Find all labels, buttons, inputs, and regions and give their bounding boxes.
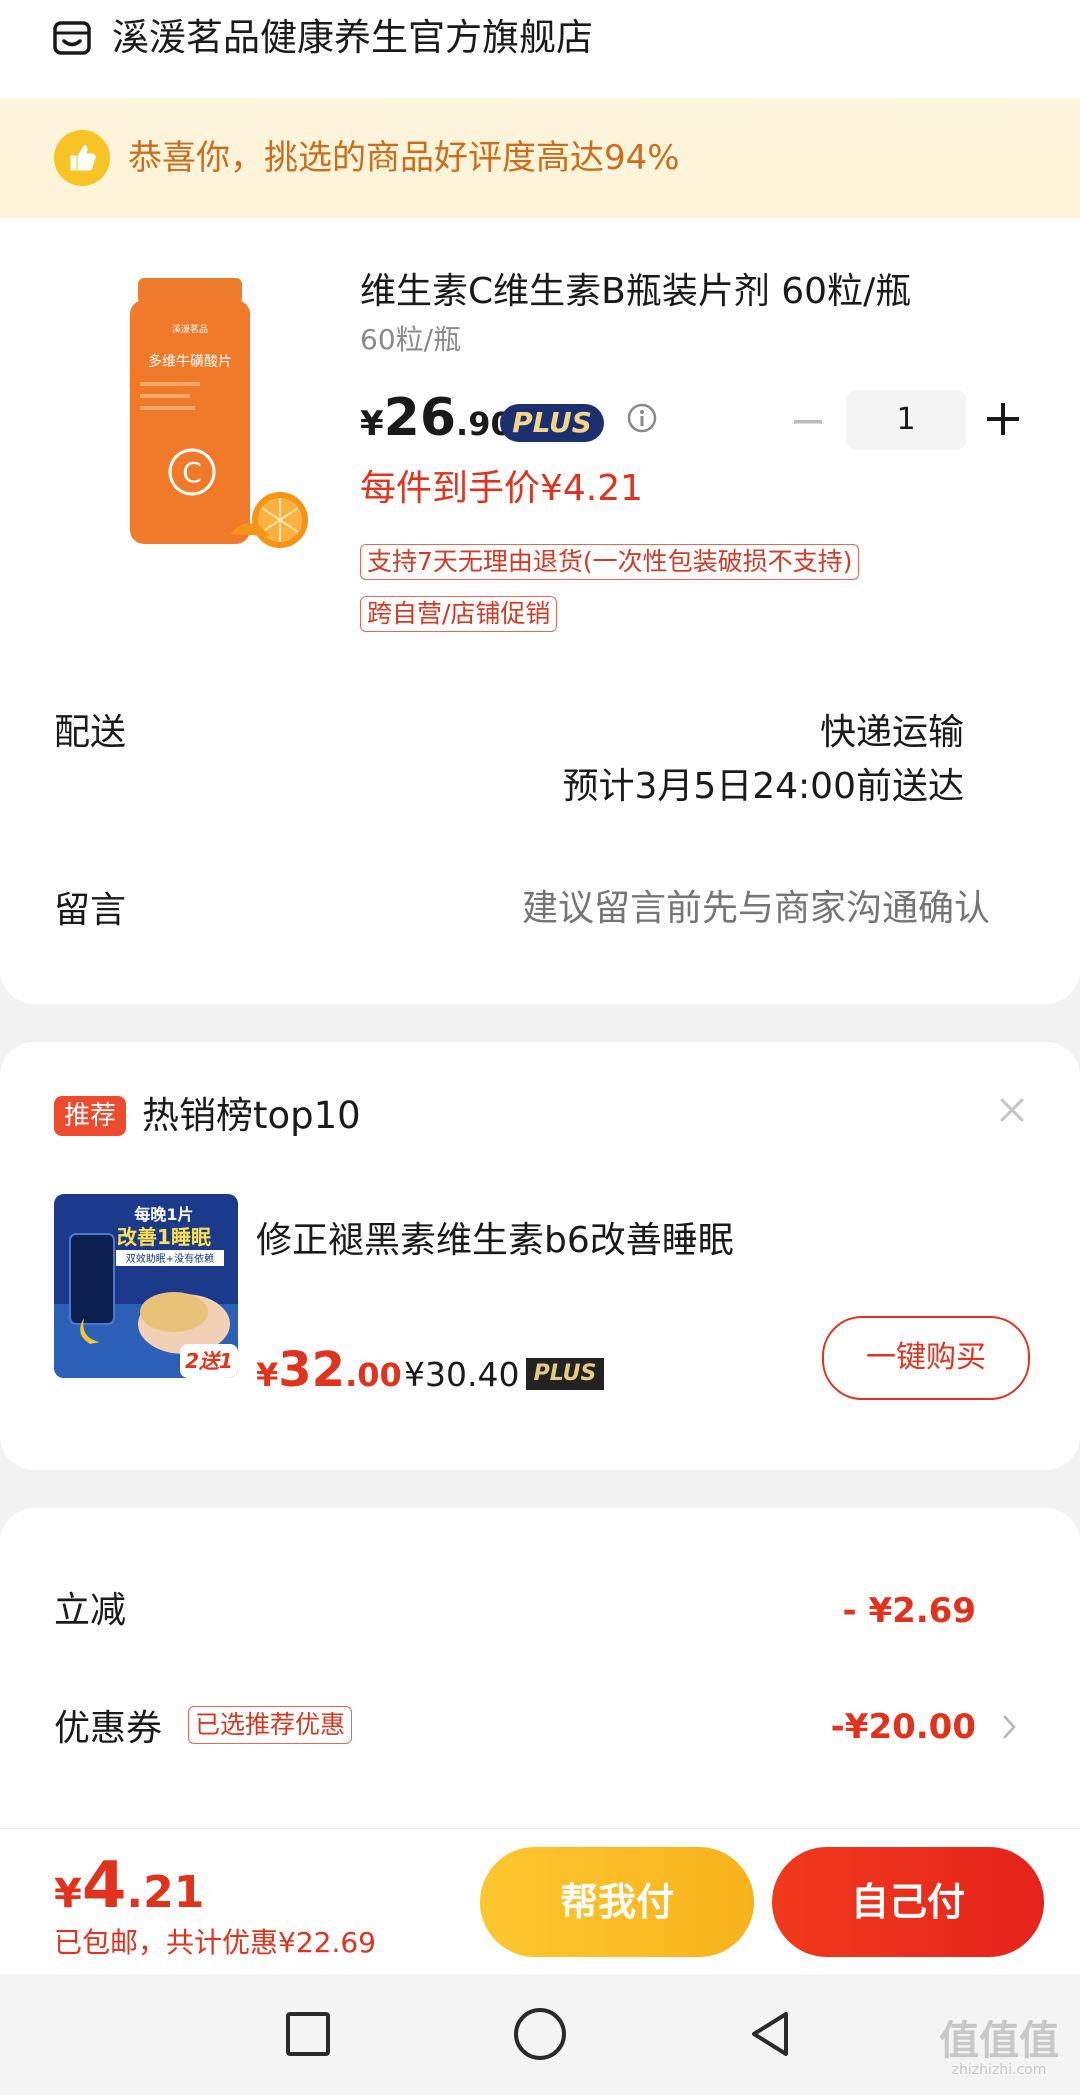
final-unit-price: 每件到手价¥4.21 <box>360 468 644 509</box>
rating-text: 恭喜你，挑选的商品好评度高达94% <box>128 138 680 178</box>
shop-header: 溪湲茗品健康养生官方旗舰店 <box>0 0 1080 98</box>
thumbs-up-icon <box>54 130 110 186</box>
plus-badge: PLUS <box>500 404 604 442</box>
coupon-value[interactable]: -¥20.00 <box>831 1704 976 1750</box>
recent-apps-icon[interactable] <box>286 2012 330 2056</box>
chevron-right-icon[interactable] <box>1000 1712 1018 1742</box>
coupon-label[interactable]: 优惠券 <box>54 1706 162 1752</box>
system-nav-bar: 值值值 zhizhizhi.com <box>0 1974 1080 2095</box>
recommend-price: ¥32.00 <box>256 1342 402 1398</box>
price-integer: 26 <box>383 388 457 448</box>
svg-text:改善1睡眠: 改善1睡眠 <box>117 1225 211 1249</box>
increase-quantity-button[interactable] <box>984 400 1022 438</box>
price-integer: 32 <box>278 1342 346 1398</box>
shipping-label: 配送 <box>54 712 127 753</box>
rating-banner: 恭喜你，挑选的商品好评度高达94% <box>0 98 1080 218</box>
recommend-plus-price: ¥30.40 <box>404 1355 520 1394</box>
svg-text:双效助眠+没有依赖: 双效助眠+没有依赖 <box>126 1252 214 1265</box>
total-price: ¥4.21 <box>54 1849 204 1923</box>
price-symbol: ¥ <box>54 1871 82 1917</box>
close-icon[interactable] <box>996 1094 1028 1126</box>
decrease-quantity-button[interactable] <box>790 404 826 440</box>
help-pay-button[interactable]: 帮我付 <box>480 1847 754 1957</box>
svg-text:zhizhizhi.com: zhizhizhi.com <box>952 2062 1047 2078</box>
return-policy-tag: 支持7天无理由退货(一次性包装破损不支持) <box>360 544 860 580</box>
store-icon[interactable] <box>52 18 92 58</box>
svg-text:2送1: 2送1 <box>185 1349 233 1373</box>
price-integer: 4 <box>81 1849 127 1923</box>
svg-text:溪湲茗品: 溪湲茗品 <box>172 323 208 335</box>
recommend-product-name[interactable]: 修正褪黑素维生素b6改善睡眠 <box>256 1218 734 1264</box>
svg-text:值值值: 值值值 <box>939 2018 1059 2064</box>
promotion-tag: 跨自营/店铺促销 <box>360 596 558 632</box>
order-item-card: 溪湲茗品 多维牛磺酸片 C 维生素C维生素B瓶装片剂 60粒/瓶 60粒/瓶 ¥… <box>0 218 1080 1004</box>
price-symbol: ¥ <box>256 1356 279 1394</box>
info-icon[interactable] <box>626 402 658 434</box>
product-spec[interactable]: 60粒/瓶 <box>360 322 461 358</box>
product-image[interactable]: 溪湲茗品 多维牛磺酸片 C <box>120 272 320 562</box>
checkout-bar: ¥4.21 已包邮，共计优惠¥22.69 帮我付 自己付 <box>0 1828 1080 1975</box>
discount-label: 立减 <box>54 1590 127 1631</box>
quantity-input[interactable]: 1 <box>846 390 966 450</box>
one-click-buy-button[interactable]: 一键购买 <box>822 1316 1030 1400</box>
recommendation-card: 推荐 热销榜top10 每晚1片 改善1睡眠 双效助眠+没有依赖 2送1 修正褪… <box>0 1042 1080 1470</box>
price-decimal: .00 <box>345 1356 402 1394</box>
coupon-tag: 已选推荐优惠 <box>188 1706 353 1744</box>
recommend-title: 热销榜top10 <box>142 1094 361 1137</box>
home-icon[interactable] <box>514 2008 566 2060</box>
discount-value: - ¥2.69 <box>842 1591 977 1631</box>
svg-text:多维牛磺酸片: 多维牛磺酸片 <box>148 353 232 370</box>
product-price: ¥26.90 <box>360 388 513 448</box>
svg-text:每晚1片: 每晚1片 <box>134 1205 193 1224</box>
total-savings: 已包邮，共计优惠¥22.69 <box>54 1926 376 1959</box>
svg-text:C: C <box>182 456 202 489</box>
shop-name[interactable]: 溪湲茗品健康养生官方旗舰店 <box>112 14 593 62</box>
product-title[interactable]: 维生素C维生素B瓶装片剂 60粒/瓶 <box>360 268 911 316</box>
self-pay-button[interactable]: 自己付 <box>772 1847 1044 1957</box>
shipping-eta: 预计3月5日24:00前送达 <box>562 766 964 807</box>
message-label: 留言 <box>54 890 127 931</box>
price-symbol: ¥ <box>360 404 384 444</box>
shipping-method[interactable]: 快递运输 <box>820 710 964 756</box>
recommend-product-image[interactable]: 每晚1片 改善1睡眠 双效助眠+没有依赖 2送1 <box>54 1194 238 1378</box>
price-summary-card: 立减 - ¥2.69 优惠券 已选推荐优惠 -¥20.00 <box>0 1508 1080 1828</box>
price-decimal: .21 <box>126 1867 205 1918</box>
back-icon[interactable] <box>746 2008 794 2060</box>
message-input[interactable] <box>430 886 990 932</box>
plus-badge: PLUS <box>526 1358 604 1390</box>
watermark-logo: 值值值 zhizhizhi.com <box>939 2018 1059 2078</box>
recommend-badge: 推荐 <box>54 1096 126 1136</box>
